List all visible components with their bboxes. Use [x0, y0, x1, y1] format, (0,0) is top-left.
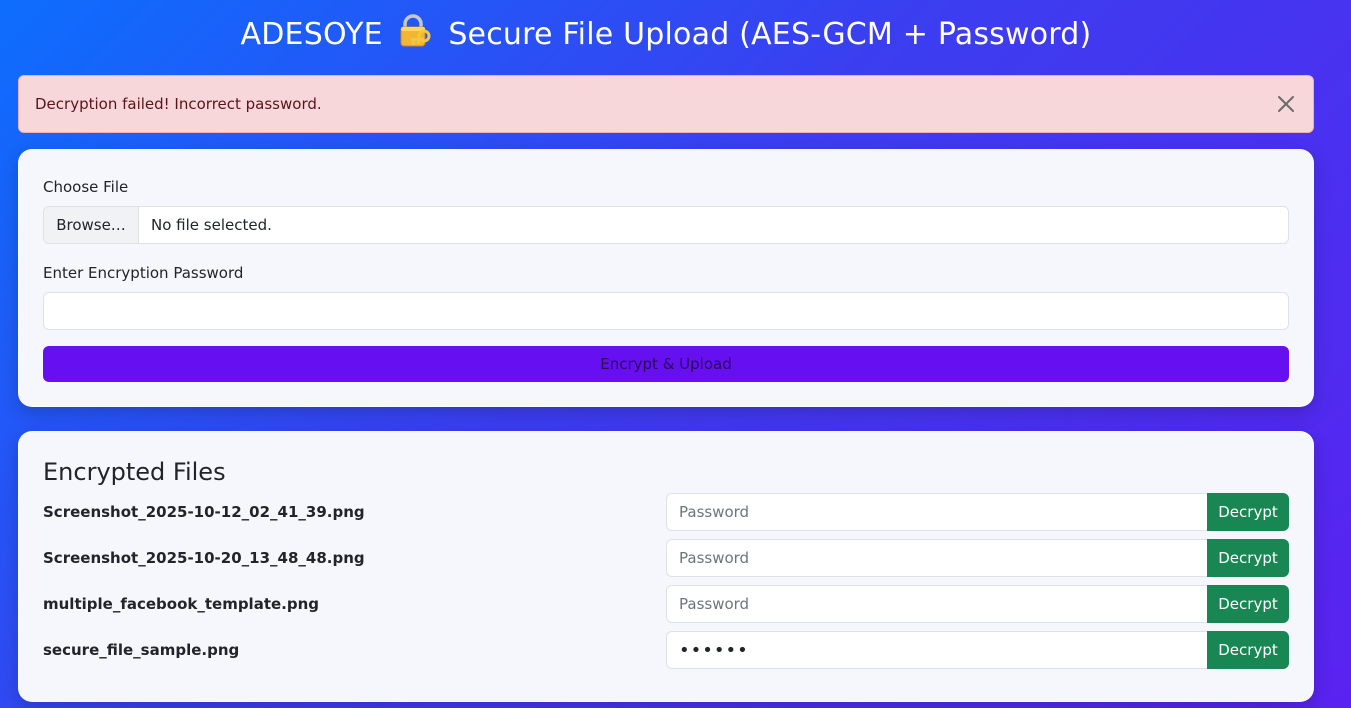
file-name: Screenshot_2025-10-20_13_48_48.png	[43, 549, 365, 567]
upload-card: Choose File Browse… No file selected. En…	[18, 149, 1314, 407]
file-input[interactable]: Browse… No file selected.	[43, 206, 1289, 244]
file-status: No file selected.	[151, 216, 272, 234]
decrypt-button[interactable]: Decrypt	[1207, 539, 1289, 577]
password-label: Enter Encryption Password	[43, 264, 244, 282]
decrypt-button[interactable]: Decrypt	[1207, 631, 1289, 669]
password-input[interactable]: Password	[666, 539, 1208, 577]
password-input[interactable]: Password	[666, 585, 1208, 623]
decrypt-button[interactable]: Decrypt	[1207, 493, 1289, 531]
password-input[interactable]: Password	[666, 493, 1208, 531]
password-input[interactable]: ••••••	[666, 631, 1208, 669]
file-row: secure_file_sample.png •••••• Decrypt	[43, 631, 1289, 669]
error-alert: Decryption failed! Incorrect password.	[18, 75, 1314, 133]
encryption-password-input[interactable]	[43, 292, 1289, 330]
title-suffix: Secure File Upload (AES-GCM + Password)	[448, 17, 1092, 52]
file-name: multiple_facebook_template.png	[43, 595, 320, 613]
file-row: multiple_facebook_template.png Password …	[43, 585, 1289, 623]
alert-message: Decryption failed! Incorrect password.	[35, 95, 322, 113]
file-name: Screenshot_2025-10-12_02_41_39.png	[43, 503, 365, 521]
close-icon[interactable]	[1275, 93, 1297, 115]
browse-button[interactable]: Browse…	[44, 207, 139, 243]
lock-with-key-icon	[397, 14, 433, 48]
files-title: Encrypted Files	[43, 458, 226, 486]
decrypt-button[interactable]: Decrypt	[1207, 585, 1289, 623]
title-prefix: ADESOYE	[240, 17, 383, 52]
encrypted-files-card: Encrypted Files Screenshot_2025-10-12_02…	[18, 431, 1314, 702]
file-label: Choose File	[43, 178, 129, 196]
encrypt-upload-button[interactable]: Encrypt & Upload	[43, 346, 1289, 382]
page-title: ADESOYE Secure File Upload (AES-GCM + Pa…	[0, 14, 1332, 55]
file-row: Screenshot_2025-10-20_13_48_48.png Passw…	[43, 539, 1289, 577]
file-row: Screenshot_2025-10-12_02_41_39.png Passw…	[43, 493, 1289, 531]
file-name: secure_file_sample.png	[43, 641, 240, 659]
